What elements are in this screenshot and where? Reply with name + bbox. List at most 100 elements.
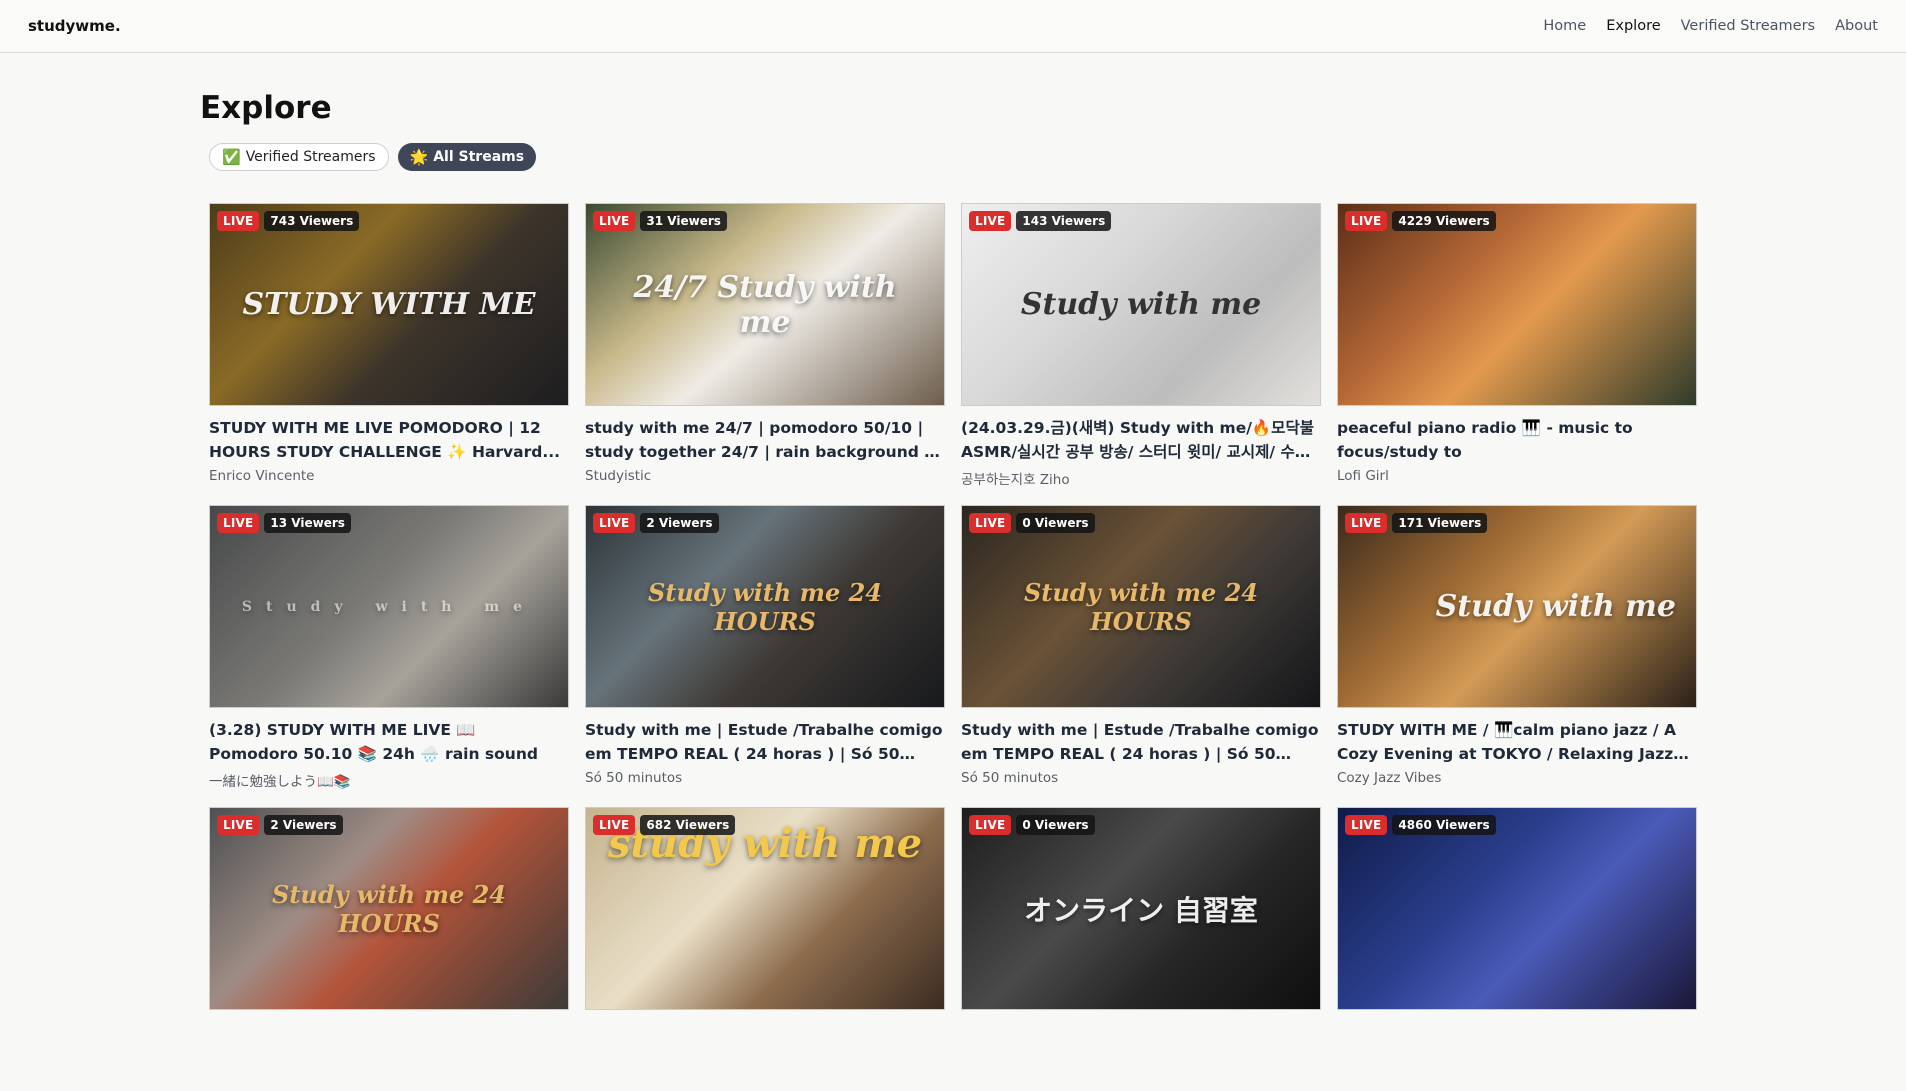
stream-card[interactable]: Study with me 24 HOURS LIVE 2 Viewers St…	[585, 505, 945, 789]
filter-all-streams[interactable]: 🌟 All Streams	[397, 143, 537, 171]
stream-card[interactable]: Study with me LIVE 13 Viewers (3.28) STU…	[209, 505, 569, 789]
stream-thumbnail[interactable]: Study with me 24 HOURS LIVE 2 Viewers	[585, 505, 945, 708]
live-badge: LIVE	[217, 211, 260, 231]
stream-thumbnail[interactable]: Study with me LIVE 143 Viewers	[961, 203, 1321, 406]
live-badge: LIVE	[217, 815, 260, 835]
stream-badges: LIVE 171 Viewers	[1345, 513, 1488, 533]
live-badge: LIVE	[1345, 815, 1388, 835]
live-badge: LIVE	[1345, 211, 1388, 231]
viewer-count: 171 Viewers	[1392, 513, 1488, 533]
live-badge: LIVE	[969, 211, 1012, 231]
explore-main: Explore ✅ Verified Streamers 🌟 All Strea…	[200, 53, 1706, 1010]
site-logo[interactable]: studywme.	[28, 17, 121, 35]
channel-name[interactable]: Lofi Girl	[1337, 468, 1697, 484]
stream-card[interactable]: Study with me LIVE 171 Viewers STUDY WIT…	[1337, 505, 1697, 789]
stream-title[interactable]: (3.28) STUDY WITH ME LIVE 📖 Pomodoro 50.…	[209, 718, 569, 766]
main-nav: Home Explore Verified Streamers About	[1543, 18, 1878, 34]
stream-badges: LIVE 743 Viewers	[217, 211, 360, 231]
stream-badges: LIVE 2 Viewers	[217, 815, 343, 835]
live-badge: LIVE	[217, 513, 260, 533]
viewer-count: 743 Viewers	[264, 211, 360, 231]
stream-thumbnail[interactable]: Study with me 24 HOURS LIVE 0 Viewers	[961, 505, 1321, 708]
nav-home[interactable]: Home	[1543, 18, 1586, 34]
live-badge: LIVE	[593, 513, 636, 533]
stream-title[interactable]: STUDY WITH ME / 🎹calm piano jazz / A Coz…	[1337, 718, 1697, 766]
nav-verified-streamers[interactable]: Verified Streamers	[1681, 18, 1815, 34]
check-icon: ✅	[222, 148, 241, 166]
stream-title[interactable]: (24.03.29.금)(새벽) Study with me/🔥모닥불 ASMR…	[961, 416, 1321, 464]
stream-title[interactable]: STUDY WITH ME LIVE POMODORO | 12 HOURS S…	[209, 416, 569, 464]
stream-thumbnail[interactable]: study with me LIVE 682 Viewers	[585, 807, 945, 1010]
stream-badges: LIVE 13 Viewers	[217, 513, 351, 533]
thumbnail-text: Study with me 24 HOURS	[647, 577, 883, 636]
stream-thumbnail[interactable]: Study with me LIVE 13 Viewers	[209, 505, 569, 708]
live-badge: LIVE	[969, 815, 1012, 835]
stream-thumbnail[interactable]: Study with me 24 HOURS LIVE 2 Viewers	[209, 807, 569, 1010]
filter-chips: ✅ Verified Streamers 🌟 All Streams	[209, 143, 1706, 171]
channel-name[interactable]: Só 50 minutos	[961, 770, 1321, 786]
thumbnail-text: 24/7 Study with me	[633, 269, 897, 340]
viewer-count: 13 Viewers	[264, 513, 351, 533]
viewer-count: 0 Viewers	[1016, 513, 1095, 533]
stream-title[interactable]: peaceful piano radio 🎹 - music to focus/…	[1337, 416, 1697, 464]
stream-title[interactable]: Study with me | Estude /Trabalhe comigo …	[961, 718, 1321, 766]
page-title: Explore	[200, 90, 332, 126]
filter-label: Verified Streamers	[245, 149, 376, 165]
stream-grid: STUDY WITH ME LIVE 743 Viewers STUDY WIT…	[209, 203, 1697, 1091]
top-navbar: studywme. Home Explore Verified Streamer…	[0, 0, 1906, 53]
viewer-count: 4229 Viewers	[1392, 211, 1496, 231]
viewer-count: 31 Viewers	[640, 211, 727, 231]
stream-thumbnail[interactable]: Study with me LIVE 171 Viewers	[1337, 505, 1697, 708]
stream-badges: LIVE 0 Viewers	[969, 815, 1095, 835]
thumbnail-text: Study with me	[1435, 589, 1676, 624]
thumbnail-text: Study with me 24 HOURS	[271, 879, 507, 938]
thumbnail-text: オンライン 自習室	[1024, 893, 1258, 927]
viewer-count: 682 Viewers	[640, 815, 736, 835]
channel-name[interactable]: 一緒に勉強しよう📖📚	[209, 770, 569, 789]
stream-thumbnail[interactable]: オンライン 自習室 LIVE 0 Viewers	[961, 807, 1321, 1010]
nav-explore[interactable]: Explore	[1606, 18, 1660, 34]
stream-badges: LIVE 2 Viewers	[593, 513, 719, 533]
thumbnail-text	[1338, 808, 1696, 1009]
channel-name[interactable]: Enrico Vincente	[209, 468, 569, 484]
thumbnail-text: Study with me 24 HOURS	[1023, 577, 1259, 636]
viewer-count: 143 Viewers	[1016, 211, 1112, 231]
stream-card[interactable]: Study with me LIVE 143 Viewers (24.03.29…	[961, 203, 1321, 487]
stream-card[interactable]: STUDY WITH ME LIVE 743 Viewers STUDY WIT…	[209, 203, 569, 487]
channel-name[interactable]: 공부하는지호 Ziho	[961, 468, 1321, 487]
thumbnail-text: STUDY WITH ME	[242, 287, 536, 322]
stream-title[interactable]: study with me 24/7 | pomodoro 50/10 | st…	[585, 416, 945, 464]
stream-title[interactable]: Study with me | Estude /Trabalhe comigo …	[585, 718, 945, 766]
live-badge: LIVE	[593, 211, 636, 231]
viewer-count: 2 Viewers	[640, 513, 719, 533]
viewer-count: 4860 Viewers	[1392, 815, 1496, 835]
viewer-count: 2 Viewers	[264, 815, 343, 835]
channel-name[interactable]: Cozy Jazz Vibes	[1337, 770, 1697, 786]
thumbnail-text	[1338, 204, 1696, 405]
stream-card[interactable]: Study with me 24 HOURS LIVE 0 Viewers St…	[961, 505, 1321, 789]
channel-name[interactable]: Só 50 minutos	[585, 770, 945, 786]
stream-badges: LIVE 31 Viewers	[593, 211, 727, 231]
thumbnail-text: Study with me	[241, 598, 537, 615]
filter-verified-streamers[interactable]: ✅ Verified Streamers	[209, 143, 389, 171]
stream-card[interactable]: LIVE 4229 Viewers peaceful piano radio 🎹…	[1337, 203, 1697, 487]
stream-card[interactable]: study with me LIVE 682 Viewers	[585, 807, 945, 1091]
thumbnail-text: Study with me	[1020, 287, 1262, 322]
star-icon: 🌟	[409, 148, 429, 166]
live-badge: LIVE	[1345, 513, 1388, 533]
stream-badges: LIVE 4860 Viewers	[1345, 815, 1496, 835]
stream-thumbnail[interactable]: STUDY WITH ME LIVE 743 Viewers	[209, 203, 569, 406]
stream-thumbnail[interactable]: LIVE 4229 Viewers	[1337, 203, 1697, 406]
stream-thumbnail[interactable]: LIVE 4860 Viewers	[1337, 807, 1697, 1010]
stream-card[interactable]: オンライン 自習室 LIVE 0 Viewers	[961, 807, 1321, 1091]
stream-thumbnail[interactable]: 24/7 Study with me LIVE 31 Viewers	[585, 203, 945, 406]
stream-badges: LIVE 143 Viewers	[969, 211, 1112, 231]
channel-name[interactable]: Studyistic	[585, 468, 945, 484]
thumbnail-text: study with me	[607, 820, 923, 867]
nav-about[interactable]: About	[1835, 18, 1878, 34]
stream-card[interactable]: 24/7 Study with me LIVE 31 Viewers study…	[585, 203, 945, 487]
filter-label: All Streams	[433, 149, 525, 165]
stream-card[interactable]: LIVE 4860 Viewers	[1337, 807, 1697, 1091]
stream-card[interactable]: Study with me 24 HOURS LIVE 2 Viewers	[209, 807, 569, 1091]
stream-badges: LIVE 4229 Viewers	[1345, 211, 1496, 231]
